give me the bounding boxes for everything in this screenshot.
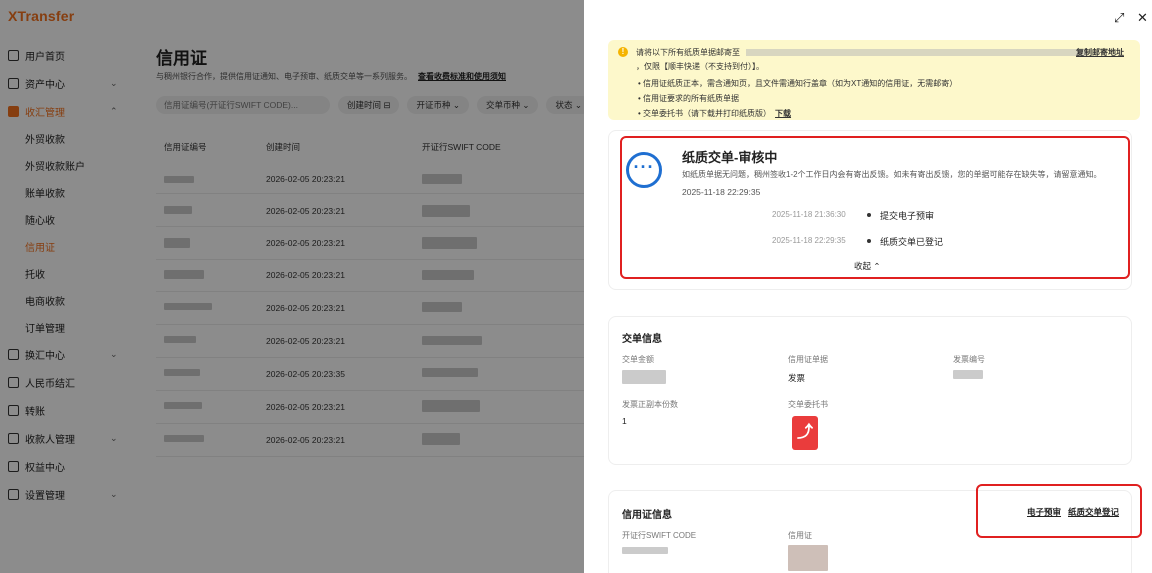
collapse-button[interactable]: 收起 ⌃ — [854, 260, 880, 272]
lc-detail-drawer: ⤢ ✕ ! 请将以下所有纸质单据邮寄至 复制邮寄地址 ，仅限【顺丰快递（不支持到… — [584, 0, 1152, 573]
redacted-value — [953, 370, 983, 379]
modal-overlay[interactable] — [0, 0, 584, 573]
timeline-text: 纸质交单已登记 — [880, 237, 944, 247]
notice-bullet-3: • 交单委托书（请下载并打印纸质版） 下载 — [638, 109, 792, 118]
expand-icon[interactable]: ⤢ — [1114, 10, 1124, 26]
redacted-address — [746, 49, 1087, 57]
lc-document-label: 信用证单据 — [788, 355, 828, 364]
amount-label: 交单金额 — [622, 355, 654, 364]
copy-address-link[interactable]: 复制邮寄地址 — [1076, 47, 1124, 58]
status-title: 纸质交单-审核中 — [682, 150, 778, 165]
redacted-value — [788, 545, 828, 571]
status-description: 如纸质单据无问题，稠州签收1-2个工作日内会有寄出反馈。如未有寄出反馈，您的单据… — [682, 170, 1102, 179]
lc-document-value: 发票 — [788, 373, 806, 383]
e-precheck-link[interactable]: 电子预审 — [1027, 506, 1061, 518]
timeline-text: 提交电子预审 — [880, 211, 935, 221]
swift-code-label: 开证行SWIFT CODE — [622, 531, 697, 540]
invoice-copies-label: 发票正副本份数 — [622, 400, 678, 409]
timeline-dot — [867, 213, 871, 217]
power-of-attorney-label: 交单委托书 — [788, 400, 828, 409]
close-icon[interactable]: ✕ — [1137, 10, 1148, 26]
redacted-value — [622, 370, 666, 384]
pending-icon: ··· — [626, 152, 662, 188]
mailing-notice: ! 请将以下所有纸质单据邮寄至 复制邮寄地址 ，仅限【顺丰快递（不支持到付）】。… — [608, 40, 1140, 120]
warning-icon: ! — [618, 47, 628, 57]
redacted-value — [622, 547, 668, 554]
invoice-copies-value: 1 — [622, 416, 627, 426]
presentation-info-title: 交单信息 — [622, 334, 662, 345]
timeline-time: 2025-11-18 22:29:35 — [772, 236, 846, 245]
invoice-number-label: 发票编号 — [953, 355, 985, 364]
pdf-icon[interactable]: ⤴ — [792, 416, 818, 450]
app-background: XTransfer 用户首页 资产中心 ⌄ 收汇管理 ⌃ 外贸收款 外贸收款账户… — [0, 0, 591, 573]
download-link[interactable]: 下载 — [775, 109, 791, 118]
paper-registration-link[interactable]: 纸质交单登记 — [1068, 506, 1119, 518]
timeline-dot — [867, 239, 871, 243]
notice-line-1-text: 请将以下所有纸质单据邮寄至 — [636, 48, 740, 57]
notice-bullet-2: • 信用证要求的所有纸质单据 — [638, 94, 740, 103]
notice-line-2: ，仅限【顺丰快递（不支持到付）】。 — [636, 62, 764, 71]
lc-label: 信用证 — [788, 531, 812, 540]
presentation-info-card — [608, 316, 1132, 465]
notice-bullet-1: • 信用证纸质正本，需含通知页，且文件需通知行盖章（如为XT通知的信用证，无需邮… — [638, 79, 958, 88]
notice-bullet-text: 信用证要求的所有纸质单据 — [643, 94, 740, 103]
notice-bullet-text: 交单委托书（请下载并打印纸质版） — [643, 109, 772, 118]
status-time: 2025-11-18 22:29:35 — [682, 187, 761, 197]
notice-line-1: 请将以下所有纸质单据邮寄至 — [636, 47, 1087, 58]
lc-info-title: 信用证信息 — [622, 510, 672, 521]
timeline-time: 2025-11-18 21:36:30 — [772, 210, 846, 219]
notice-bullet-text: 信用证纸质正本，需含通知页，且文件需通知行盖章（如为XT通知的信用证，无需邮寄） — [643, 79, 958, 88]
